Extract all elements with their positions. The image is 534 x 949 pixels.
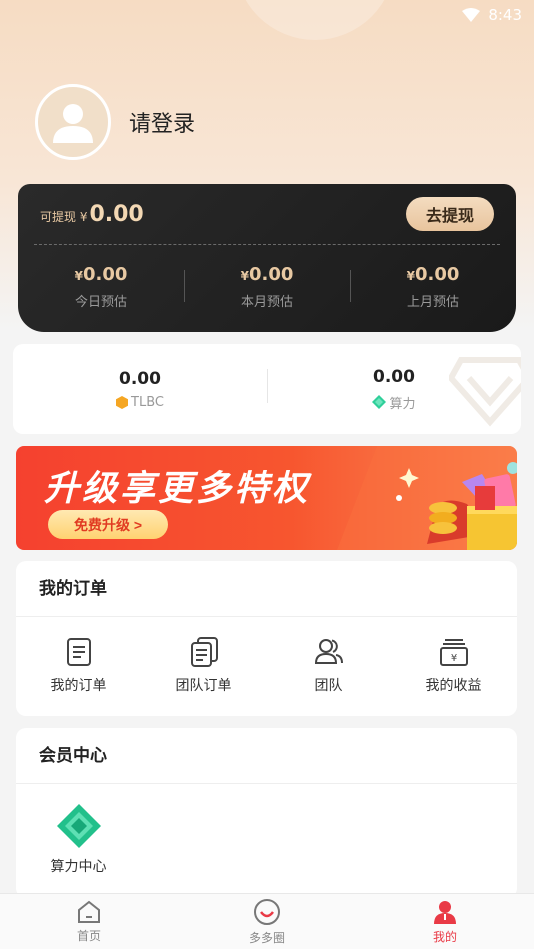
grid-item-my-orders[interactable]: 我的订单 xyxy=(16,637,141,695)
orders-grid: 我的订单 团队订单 团队 ¥ 我的收益 xyxy=(16,617,517,695)
diamond-icon xyxy=(372,395,387,409)
stat-value: 0.00 xyxy=(82,264,128,285)
login-link[interactable]: 请登录 xyxy=(129,106,195,138)
stat-label: 本月预估 xyxy=(240,295,293,310)
grid-item-label: 我的收益 xyxy=(425,678,482,694)
member-grid: 算力中心 xyxy=(16,784,517,876)
gift-box-illustration xyxy=(337,446,517,550)
grid-item-computing-center[interactable]: 算力中心 xyxy=(16,804,141,876)
earnings-stats: ¥0.00 今日预估 ¥0.00 本月预估 ¥0.00 上月预估 xyxy=(18,264,516,310)
svg-text:¥: ¥ xyxy=(450,653,456,664)
upgrade-banner[interactable]: 升级享更多特权 免费升级 > xyxy=(16,446,517,550)
home-icon xyxy=(78,900,100,923)
grid-item-label: 算力中心 xyxy=(50,859,107,875)
withdraw-button[interactable]: 去提现 xyxy=(406,197,494,231)
grid-item-team[interactable]: 团队 xyxy=(266,637,391,695)
stat-value: 0.00 xyxy=(414,264,460,285)
profile-header[interactable]: 请登录 xyxy=(35,84,195,160)
my-orders-section: 我的订单 我的订单 团队订单 团队 ¥ 我的收益 xyxy=(16,561,517,716)
order-doc-icon xyxy=(66,638,91,666)
grid-item-label: 团队 xyxy=(314,678,343,694)
earnings-box-icon: ¥ xyxy=(439,639,468,666)
withdrawable-amount: 可提现 ¥ 0.00 xyxy=(40,202,144,227)
free-upgrade-button[interactable]: 免费升级 > xyxy=(48,510,168,539)
asset-value: 0.00 xyxy=(119,368,161,389)
stat-currency: ¥ xyxy=(240,269,249,283)
tab-label: 多多圈 xyxy=(248,930,285,945)
tab-mine[interactable]: 我的 xyxy=(356,894,534,949)
default-avatar-icon xyxy=(53,104,93,143)
wifi-icon xyxy=(462,8,481,22)
stat-label: 上月预估 xyxy=(406,295,459,310)
tab-label: 我的 xyxy=(432,929,457,944)
smile-circle-icon xyxy=(254,898,280,925)
grid-item-label: 团队订单 xyxy=(175,678,232,694)
asset-card: 0.00 TLBC 0.00 算力 xyxy=(13,344,521,434)
status-bar: 8:43 xyxy=(0,0,534,30)
tab-duoduo-circle[interactable]: 多多圈 xyxy=(178,894,356,949)
grid-item-team-orders[interactable]: 团队订单 xyxy=(141,637,266,695)
stat-label: 今日预估 xyxy=(74,295,127,310)
earnings-card: 可提现 ¥ 0.00 去提现 ¥0.00 今日预估 ¥0.00 本月预估 ¥0.… xyxy=(18,184,516,332)
asset-label: 算力 xyxy=(389,396,416,412)
person-icon xyxy=(434,900,456,924)
stat-value: 0.00 xyxy=(248,264,294,285)
stat-today[interactable]: ¥0.00 今日预估 xyxy=(18,264,184,310)
avatar[interactable] xyxy=(35,84,111,160)
section-title: 我的订单 xyxy=(16,561,517,617)
tlbc-hexagon-icon xyxy=(116,395,129,409)
dashed-divider xyxy=(34,244,500,245)
green-diamond-icon xyxy=(56,804,101,848)
tab-label: 首页 xyxy=(76,928,101,943)
grid-item-my-earnings[interactable]: ¥ 我的收益 xyxy=(391,637,516,695)
stat-last-month[interactable]: ¥0.00 上月预估 xyxy=(350,264,516,310)
asset-tlbc[interactable]: 0.00 TLBC xyxy=(13,369,267,410)
team-orders-icon xyxy=(190,637,218,667)
section-title: 会员中心 xyxy=(16,728,517,784)
team-people-icon xyxy=(314,639,343,664)
stat-currency: ¥ xyxy=(406,269,415,283)
withdrawable-label: 可提现 ¥ xyxy=(40,210,88,224)
status-time: 8:43 xyxy=(488,6,522,24)
grid-item-label: 我的订单 xyxy=(50,678,107,694)
decorative-diamond-outline xyxy=(449,357,521,427)
tab-home[interactable]: 首页 xyxy=(0,894,178,949)
bottom-tabbar: 首页 多多圈 我的 xyxy=(0,893,534,949)
stat-this-month[interactable]: ¥0.00 本月预估 xyxy=(184,264,350,310)
member-center-section: 会员中心 算力中心 xyxy=(16,728,517,898)
banner-title: 升级享更多特权 xyxy=(44,469,311,509)
withdrawable-value: 0.00 xyxy=(89,202,144,227)
asset-label: TLBC xyxy=(131,394,164,410)
stat-currency: ¥ xyxy=(74,269,83,283)
